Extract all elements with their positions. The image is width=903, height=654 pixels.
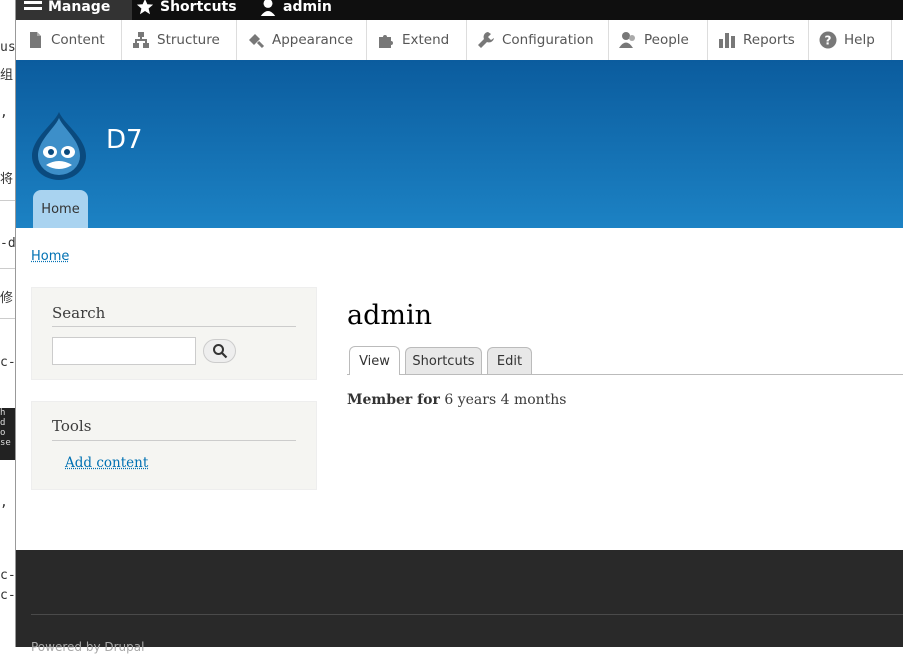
toolbar-shortcuts-label: Shortcuts bbox=[160, 0, 237, 15]
tab-shortcuts[interactable]: Shortcuts bbox=[405, 347, 482, 374]
tray-item-label: Extend bbox=[402, 32, 450, 48]
tray-item-people[interactable]: People bbox=[609, 20, 708, 60]
toolbar-user-label: admin bbox=[283, 0, 332, 15]
people-icon bbox=[619, 32, 635, 48]
breadcrumb-home-link[interactable]: Home bbox=[31, 249, 69, 264]
tray-item-label: Reports bbox=[743, 32, 795, 48]
main-menu-home-tab[interactable]: Home bbox=[33, 190, 88, 228]
divider bbox=[52, 440, 296, 441]
footer-divider bbox=[31, 614, 903, 615]
toolbar-manage[interactable]: Manage bbox=[16, 0, 132, 20]
browser-page: Manage Shortcuts admin Content Structure… bbox=[16, 0, 903, 654]
tray-item-help[interactable]: ? Help bbox=[809, 20, 892, 60]
search-icon bbox=[212, 344, 227, 359]
search-block: Search bbox=[31, 287, 317, 380]
star-icon bbox=[136, 0, 154, 14]
tray-item-label: Content bbox=[51, 32, 105, 48]
site-name[interactable]: D7 bbox=[106, 125, 143, 155]
add-content-link[interactable]: Add content bbox=[65, 455, 148, 471]
question-icon: ? bbox=[819, 31, 837, 49]
tray-item-reports[interactable]: Reports bbox=[708, 20, 809, 60]
drupal-logo-icon[interactable] bbox=[30, 110, 88, 180]
toolbar-shortcuts[interactable]: Shortcuts bbox=[136, 0, 237, 20]
site-footer: Powered by Drupal bbox=[16, 550, 903, 654]
user-icon bbox=[260, 0, 276, 16]
svg-text:?: ? bbox=[825, 34, 832, 48]
search-button[interactable] bbox=[203, 339, 236, 363]
site-header: D7 Home bbox=[16, 60, 903, 228]
tray-item-configuration[interactable]: Configuration bbox=[467, 20, 609, 60]
member-for-value: 6 years 4 months bbox=[444, 392, 567, 408]
member-for-field: Member for 6 years 4 months bbox=[347, 392, 567, 408]
tray-item-label: Appearance bbox=[272, 32, 354, 48]
tab-view[interactable]: View bbox=[349, 346, 400, 375]
powered-by-text[interactable]: Powered by Drupal bbox=[31, 640, 144, 654]
tools-block-title: Tools bbox=[52, 417, 92, 435]
page-title: admin bbox=[347, 300, 433, 331]
tabs-baseline bbox=[347, 374, 903, 375]
toolbar-tray: Content Structure Appearance Extend Conf… bbox=[16, 20, 903, 61]
search-input[interactable] bbox=[52, 337, 196, 365]
wrench-icon bbox=[478, 32, 494, 48]
admin-toolbar: Manage Shortcuts admin bbox=[16, 0, 903, 20]
bar-chart-icon bbox=[719, 33, 735, 48]
tray-item-extend[interactable]: Extend bbox=[367, 20, 467, 60]
paintbrush-icon bbox=[249, 34, 265, 49]
tray-item-label: Configuration bbox=[502, 32, 594, 48]
menu-icon bbox=[24, 0, 42, 10]
tray-item-label: People bbox=[644, 32, 689, 48]
background-window: use 组 , 将 -du 修 c- hdose , c- c- bbox=[0, 0, 16, 647]
search-block-title: Search bbox=[52, 304, 106, 322]
toolbar-manage-label: Manage bbox=[48, 0, 111, 15]
file-icon bbox=[30, 32, 41, 48]
tab-edit[interactable]: Edit bbox=[487, 347, 532, 374]
structure-icon bbox=[133, 32, 149, 48]
puzzle-icon bbox=[379, 35, 393, 48]
tools-block: Tools Add content bbox=[31, 401, 317, 490]
tray-item-label: Help bbox=[844, 32, 875, 48]
tray-item-appearance[interactable]: Appearance bbox=[237, 20, 367, 60]
tray-item-structure[interactable]: Structure bbox=[122, 20, 237, 60]
tray-item-label: Structure bbox=[157, 32, 220, 48]
member-for-label: Member for bbox=[347, 392, 440, 408]
toolbar-user[interactable]: admin bbox=[259, 0, 332, 20]
divider bbox=[52, 326, 296, 327]
tray-item-content[interactable]: Content bbox=[16, 20, 122, 60]
